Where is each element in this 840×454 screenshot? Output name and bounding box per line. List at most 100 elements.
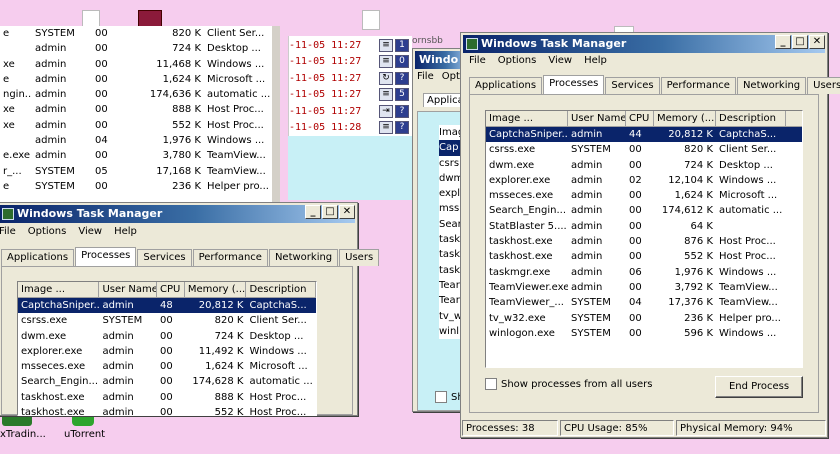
log-status-icon[interactable]: ? [395,104,409,118]
table-row[interactable]: StatBlaster 5.... admin 00 64 K [486,219,802,234]
table-row[interactable]: explorer.exe admin 00 11,492 K Windows ... [18,344,316,359]
list-item: e SYSTEM 00 820 K Client Ser... [0,26,272,41]
col-cpu[interactable]: CPU [626,111,654,126]
tab-performance[interactable]: Performance [192,249,268,266]
table-row[interactable]: CaptchaSniper... admin 44 20,812 K CaptchaS.… [486,127,802,143]
table-row[interactable]: csrss.exe SYSTEM 00 820 K Client Ser... [486,142,802,157]
menu-view[interactable]: View [548,55,572,66]
cell-image: explorer.exe [489,174,551,186]
menu-help[interactable]: Help [114,226,137,237]
list-item: xe admin 00 11,468 K Windows ... [0,57,272,72]
table-row[interactable]: msseces.exe admin 00 1,624 K Microsoft ... [18,359,316,374]
cell-memory: 552 K [684,251,713,263]
process-list[interactable]: Image ... User Name CPU Memory (... Desc… [17,281,317,416]
tab-applications[interactable]: Applications [469,77,543,94]
log-status-icon[interactable]: ? [395,121,409,135]
cell-description: Desktop ... [207,43,261,55]
col-image[interactable]: Image ... [18,282,100,297]
log-status-icon[interactable]: 5 [395,88,409,102]
cell-cpu: 02 [629,174,642,186]
menu-options[interactable]: Opt [442,71,460,82]
tab-processes[interactable]: Processes [543,75,605,94]
log-type-icon[interactable]: ≡ [379,88,393,102]
end-process-button[interactable]: End Process [715,376,803,398]
background-process-list: e SYSTEM 00 820 K Client Ser... admin 00 724 K D… [0,26,280,206]
menu-help[interactable]: Help [584,55,607,66]
maximize-button[interactable]: □ [792,35,808,49]
menu-options[interactable]: Options [28,226,67,237]
desktop-file-icon[interactable] [362,10,380,30]
table-row[interactable]: csrss.exe SYSTEM 00 820 K Client Ser... [18,313,316,328]
cell-description: Host Proc... [719,251,776,263]
tab-networking[interactable]: Networking [268,249,339,266]
table-row[interactable]: taskhost.exe admin 00 888 K Host Proc... [18,390,316,405]
log-status-icon[interactable]: ? [395,71,409,85]
cell-image: e [3,28,10,39]
table-row[interactable]: explorer.exe admin 02 12,104 K Windows ... [486,173,802,188]
table-row[interactable]: taskhost.exe admin 00 876 K Host Proc... [486,234,802,249]
process-list[interactable]: Image ... User Name CPU Memory (... Desc… [485,110,803,368]
cell-memory: 174,636 K [149,89,201,101]
menu-options[interactable]: Options [498,55,537,66]
col-user[interactable]: User Name [568,111,626,126]
log-type-icon[interactable]: ≡ [379,38,393,52]
close-button[interactable]: ✕ [809,35,825,49]
tab-performance[interactable]: Performance [660,77,736,94]
list-item: xe admin 00 552 K Host Proc... [0,118,272,133]
table-row[interactable]: taskhost.exe admin 00 552 K Host Proc... [18,405,316,415]
window-titlebar[interactable]: Windows Task Manager [0,205,355,223]
tab-users[interactable]: Users [339,249,380,266]
log-status-icon[interactable]: 0 [395,55,409,69]
cell-cpu: 00 [629,327,642,339]
menu-file[interactable]: File [417,71,434,82]
table-row[interactable]: msseces.exe admin 00 1,624 K Microsoft ... [486,188,802,203]
log-type-icon[interactable]: ⇥ [379,104,393,118]
log-type-icon[interactable]: ↻ [379,71,393,85]
cell-image: xe [3,104,15,116]
log-type-icon[interactable]: ≡ [379,55,393,69]
minimize-button[interactable]: _ [305,205,321,219]
col-image[interactable]: Image ... [486,111,568,126]
table-row[interactable]: TeamViewer.exe admin 00 3,792 K TeamView... [486,280,802,295]
col-cpu[interactable]: CPU [157,282,185,297]
tab-applications[interactable]: Applications [1,249,75,266]
menu-file[interactable]: File [0,226,16,237]
tab-networking[interactable]: Networking [736,77,807,94]
minimize-button[interactable]: _ [775,35,791,49]
col-user[interactable]: User Name [99,282,158,297]
table-row[interactable]: Search_Engin... admin 00 174,612 K automatic… [486,203,802,218]
tab-services[interactable]: Services [137,249,192,266]
col-description[interactable]: Description [716,111,786,126]
table-row[interactable]: dwm.exe admin 00 724 K Desktop ... [486,158,802,173]
col-memory[interactable]: Memory (... [185,282,247,297]
table-row[interactable]: tv_w32.exe SYSTEM 00 236 K Helper pro... [486,311,802,326]
log-timestamp: -11-05 11:27 [289,105,362,117]
show-all-processes-checkbox[interactable]: Show processes from all users [485,378,652,390]
tab-users[interactable]: Users [807,77,840,94]
menu-file[interactable]: File [469,55,486,66]
table-row[interactable]: TeamViewer_... SYSTEM 04 17,376 K TeamView..… [486,295,802,310]
log-status-icon[interactable]: 1 [395,38,409,52]
table-row[interactable]: Search_Engin... admin 00 174,628 K automatic… [18,374,316,389]
menu-view[interactable]: View [78,226,102,237]
table-row[interactable]: taskmgr.exe admin 06 1,976 K Windows ... [486,265,802,280]
maximize-button[interactable]: □ [322,205,338,219]
col-memory[interactable]: Memory (... [654,111,716,126]
table-row[interactable]: winlogon.exe SYSTEM 00 596 K Windows ... [486,326,802,341]
tab-services[interactable]: Services [605,77,660,94]
cell-memory: 1,624 K [162,73,201,85]
cell-user: admin [35,73,67,85]
tab-processes[interactable]: Processes [75,247,137,266]
cell-cpu: 00 [160,376,173,388]
cell-user: admin [571,281,603,293]
cell-memory: 1,624 K [205,361,244,373]
checkbox-box[interactable] [485,378,497,390]
table-row[interactable]: taskhost.exe admin 00 552 K Host Proc... [486,249,802,264]
log-type-icon[interactable]: ≡ [379,121,393,135]
cell-cpu: 00 [629,205,642,217]
table-row[interactable]: CaptchaSniper... admin 48 20,812 K CaptchaS.… [18,298,316,314]
table-row[interactable]: dwm.exe admin 00 724 K Desktop ... [18,329,316,344]
close-button[interactable]: ✕ [339,205,355,219]
window-titlebar[interactable]: Windows Task Manager [463,35,825,53]
col-description[interactable]: Description [246,282,316,297]
